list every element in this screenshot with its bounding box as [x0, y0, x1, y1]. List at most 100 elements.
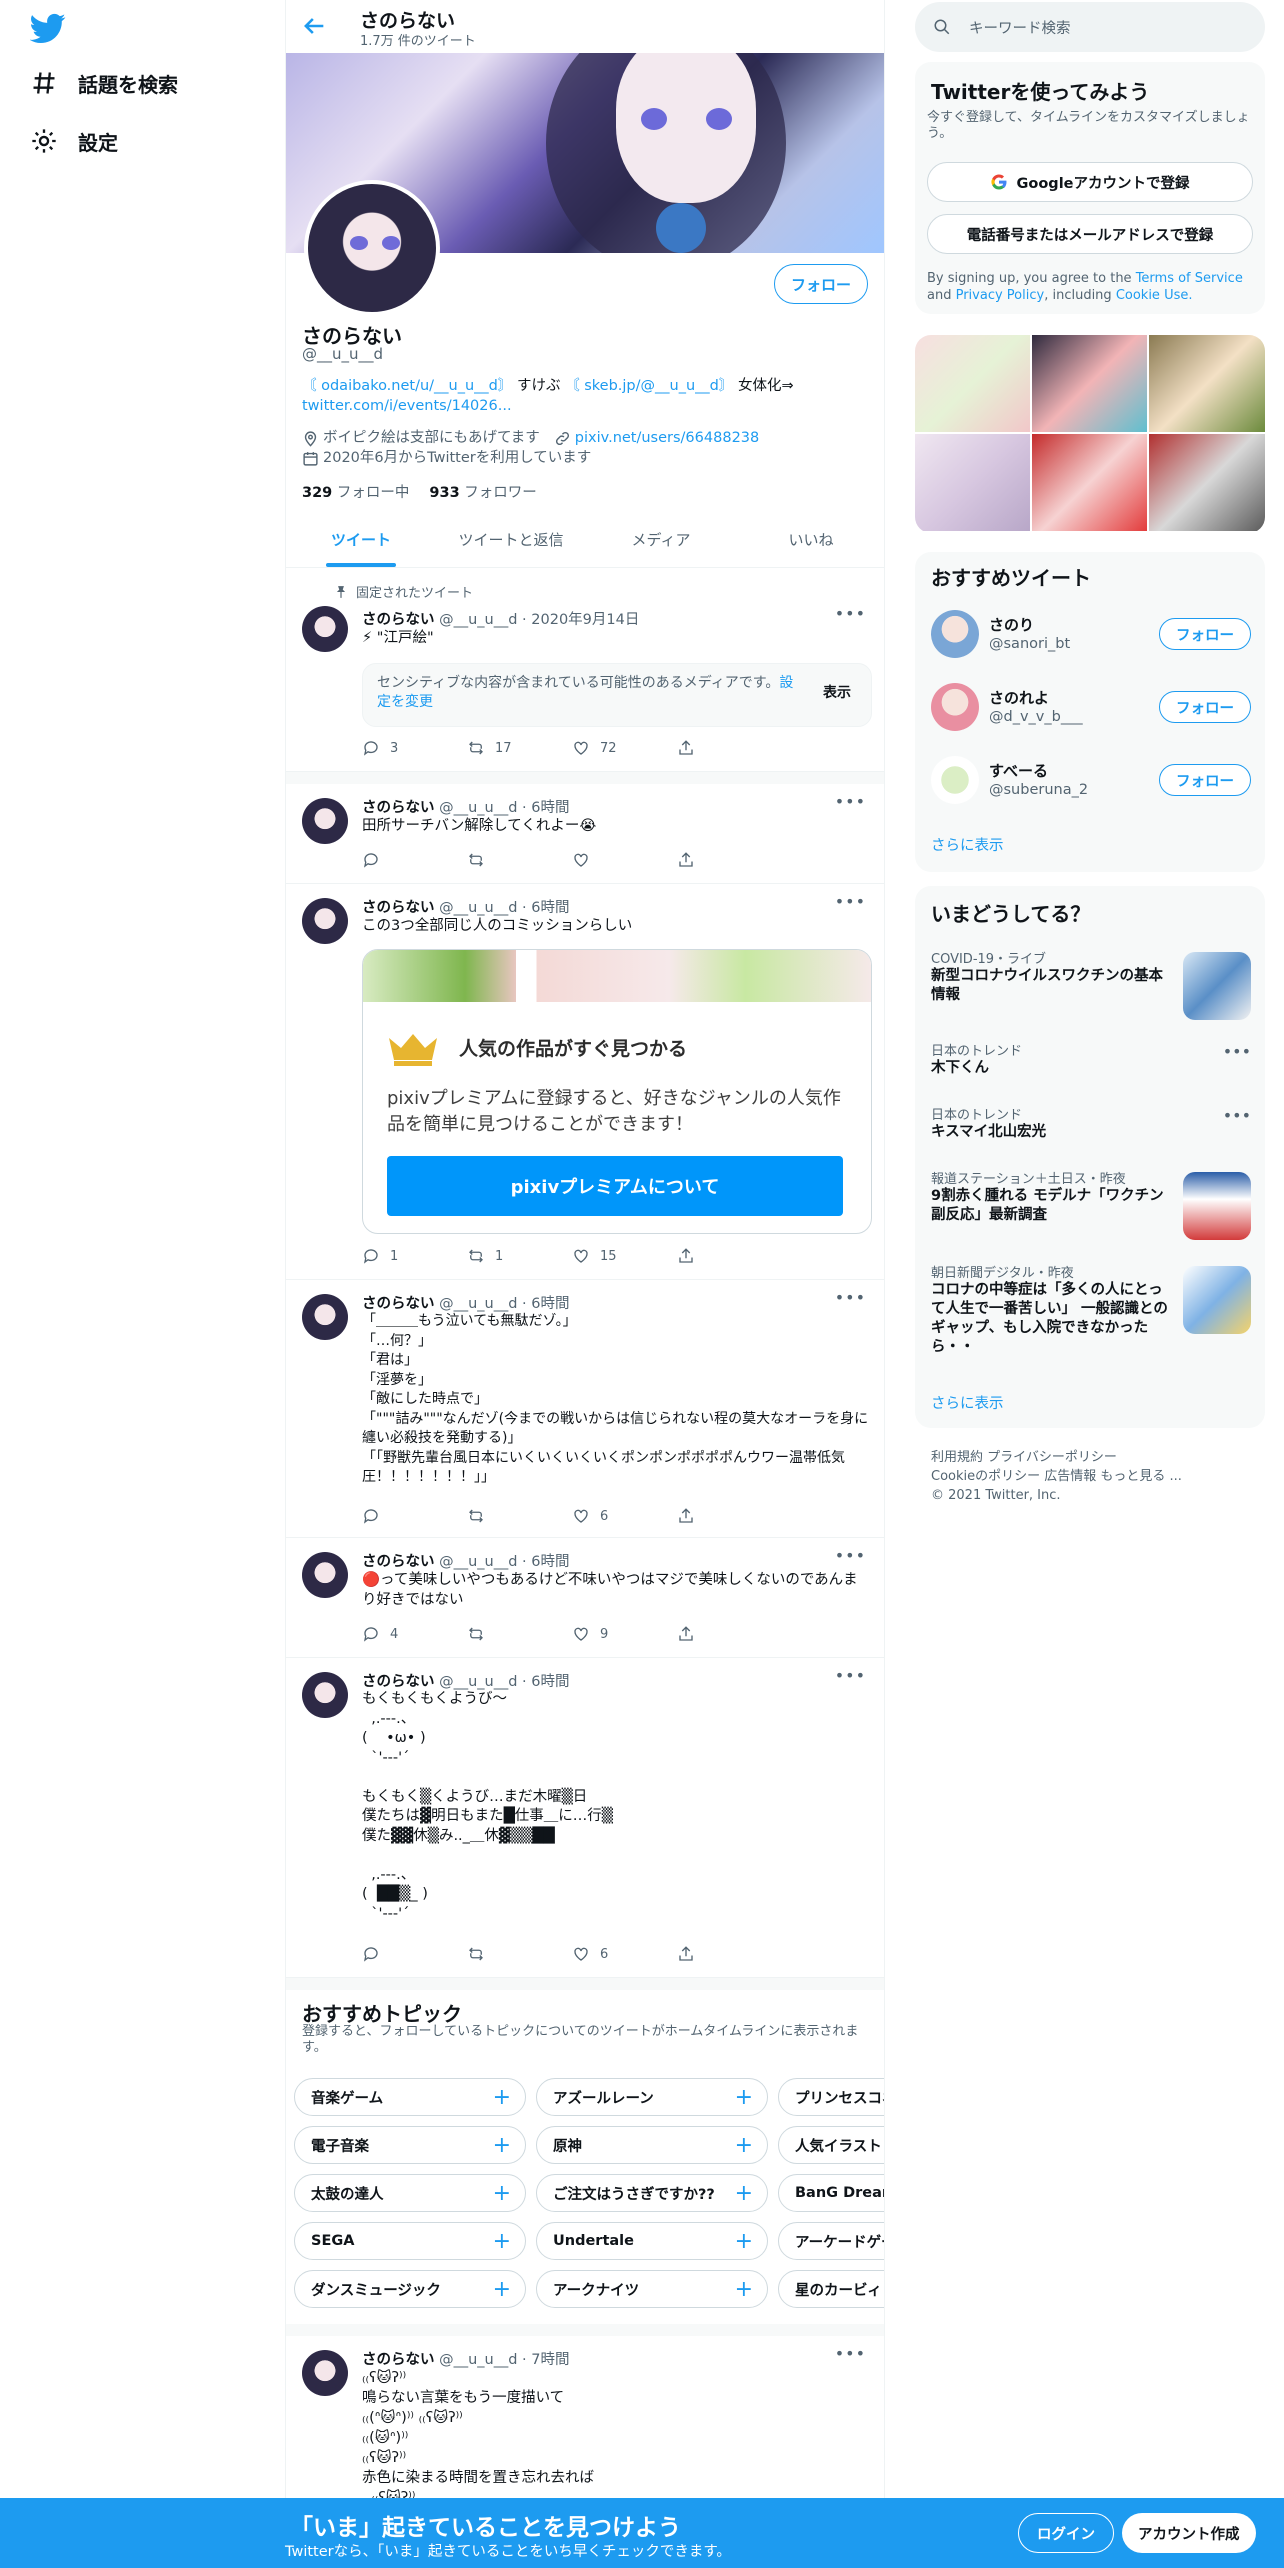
more-icon[interactable]: ••• — [835, 792, 866, 811]
privacy-link[interactable]: Privacy Policy — [956, 288, 1045, 303]
tweet-avatar[interactable] — [302, 1672, 348, 1718]
more-icon[interactable]: ••• — [835, 604, 866, 623]
topic-chip[interactable]: 星のカービィ — [778, 2270, 884, 2308]
more-icon[interactable]: ••• — [1223, 1106, 1251, 1125]
plus-icon[interactable]: + — [493, 2229, 511, 2254]
follow-button[interactable]: フォロー — [1159, 618, 1251, 650]
tweet-item[interactable]: さのらない @__u_u__d · 7時間 ••• ₍₍ʕ🐱ʔ⁾⁾ 鳴らない言葉… — [286, 2336, 884, 2500]
google-signup-button[interactable]: Googleアカウントで登録 — [927, 162, 1253, 202]
tweet-item[interactable]: さのらない @__u_u__d · 6時間 ••• もくもくもくようび～ ,.-… — [286, 1658, 884, 1978]
show-media-button[interactable]: 表示 — [823, 684, 851, 703]
reply-button[interactable]: 4 — [362, 1624, 467, 1644]
bio-link-events[interactable]: twitter.com/i/events/14026... — [302, 398, 512, 414]
reply-button[interactable] — [362, 1944, 467, 1964]
retweet-button[interactable]: 1 — [467, 1246, 572, 1266]
topic-chip[interactable]: ダンスミュージック + — [294, 2270, 526, 2308]
plus-icon[interactable]: + — [735, 2133, 753, 2158]
tweet-item[interactable]: さのらない @__u_u__d · 6時間 ••• 🔴って美味しいやつもあるけど… — [286, 1538, 884, 1658]
trend-item[interactable]: 朝日新聞デジタル・昨夜 コロナの中等症は「多くの人にとって人生で一番苦しい」 一般… — [931, 1262, 1251, 1357]
follow-button[interactable]: フォロー — [1159, 691, 1251, 723]
topic-chip[interactable]: アークナイツ + — [536, 2270, 768, 2308]
tweet-avatar[interactable] — [302, 606, 348, 652]
tweet-avatar[interactable] — [302, 1294, 348, 1340]
profile-avatar[interactable] — [304, 180, 440, 316]
avatar[interactable] — [931, 610, 979, 658]
follow-button[interactable]: フォロー — [773, 264, 868, 304]
retweet-button[interactable] — [467, 1624, 572, 1644]
followers-stat[interactable]: 933 フォロワー — [429, 481, 536, 502]
trend-item[interactable]: 日本のトレンド 木下くん ••• — [931, 1040, 1251, 1078]
signup-button[interactable]: アカウント作成 — [1122, 2513, 1256, 2553]
more-icon[interactable]: ••• — [835, 892, 866, 911]
reply-button[interactable] — [362, 1506, 467, 1526]
tweet-avatar[interactable] — [302, 798, 348, 844]
share-button[interactable] — [677, 850, 782, 870]
search-box[interactable]: キーワード検索 — [915, 2, 1265, 52]
plus-icon[interactable]: + — [493, 2133, 511, 2158]
share-button[interactable] — [677, 1624, 782, 1644]
more-icon[interactable]: ••• — [835, 2344, 866, 2363]
share-button[interactable] — [677, 1944, 782, 1964]
tab-media[interactable]: メディア — [586, 512, 736, 567]
nav-settings[interactable]: 設定 — [30, 116, 118, 166]
show-more-link[interactable]: さらに表示 — [931, 1392, 1004, 1413]
pixiv-premium-button[interactable]: pixivプレミアムについて — [387, 1156, 843, 1216]
more-icon[interactable]: ••• — [1223, 1042, 1251, 1061]
footer-line[interactable]: Cookieのポリシー 広告情報 もっと見る ... — [931, 1467, 1261, 1486]
plus-icon[interactable]: + — [493, 2181, 511, 2206]
topic-chip[interactable]: Undertale + — [536, 2222, 768, 2260]
topic-chip[interactable]: 太鼓の達人 + — [294, 2174, 526, 2212]
twitter-logo-icon[interactable] — [30, 10, 66, 46]
share-button[interactable] — [677, 1246, 782, 1266]
media-thumbnail[interactable] — [1032, 434, 1147, 531]
topic-chip[interactable]: SEGA + — [294, 2222, 526, 2260]
more-icon[interactable]: ••• — [835, 1288, 866, 1307]
tweet-avatar[interactable] — [302, 898, 348, 944]
like-button[interactable] — [572, 850, 677, 870]
plus-icon[interactable]: + — [735, 2181, 753, 2206]
topic-chip[interactable]: 人気イラストレータ — [778, 2126, 884, 2164]
recommended-account[interactable]: さのれよ @d_v_v_b___ フォロー — [931, 679, 1251, 735]
footer-line[interactable]: 利用規約 プライバシーポリシー — [931, 1448, 1261, 1467]
bio-link-odaibako[interactable]: 〘 odaibako.net/u/__u_u__d〙 — [302, 378, 512, 394]
avatar[interactable] — [931, 756, 979, 804]
like-button[interactable]: 9 — [572, 1624, 677, 1644]
reply-button[interactable]: 3 — [362, 738, 467, 758]
reply-button[interactable]: 1 — [362, 1246, 467, 1266]
recommended-account[interactable]: すべーる @suberuna_2 フォロー — [931, 752, 1251, 808]
terms-link[interactable]: Terms of Service — [1136, 271, 1243, 286]
plus-icon[interactable]: + — [735, 2277, 753, 2302]
profile-website-link[interactable]: pixiv.net/users/66488238 — [575, 428, 759, 448]
media-thumbnail[interactable] — [1032, 335, 1147, 432]
back-arrow-icon[interactable] — [300, 12, 328, 40]
trend-item[interactable]: 報道ステーション＋土日ス・昨夜 9割赤く腫れる モデルナ「ワクチン副反応」最新調査 — [931, 1168, 1251, 1240]
tweet-avatar[interactable] — [302, 2350, 348, 2396]
retweet-button[interactable] — [467, 1506, 572, 1526]
media-thumbnail[interactable] — [915, 434, 1030, 531]
phone-email-signup-button[interactable]: 電話番号またはメールアドレスで登録 — [927, 214, 1253, 254]
topic-chip[interactable]: 原神 + — [536, 2126, 768, 2164]
topic-chip[interactable]: ご注文はうさぎですか?? + — [536, 2174, 768, 2212]
tab-likes[interactable]: いいね — [736, 512, 884, 567]
topic-chip[interactable]: 電子音楽 + — [294, 2126, 526, 2164]
more-icon[interactable]: ••• — [835, 1666, 866, 1685]
trend-item[interactable]: COVID-19・ライブ 新型コロナウイルスワクチンの基本情報 — [931, 948, 1251, 1020]
trend-item[interactable]: 日本のトレンド キスマイ北山宏光 ••• — [931, 1104, 1251, 1142]
like-button[interactable]: 6 — [572, 1506, 677, 1526]
login-button[interactable]: ログイン — [1018, 2513, 1114, 2553]
tab-tweets-and-replies[interactable]: ツイートと返信 — [436, 512, 586, 567]
cookie-link[interactable]: Cookie Use. — [1116, 288, 1193, 303]
media-thumbnail[interactable] — [915, 335, 1030, 432]
plus-icon[interactable]: + — [735, 2085, 753, 2110]
search-input[interactable]: キーワード検索 — [969, 17, 1071, 38]
media-thumbnail[interactable] — [1149, 434, 1265, 531]
topic-chip[interactable]: BanG Dream! — [778, 2174, 884, 2212]
share-button[interactable] — [677, 1506, 782, 1526]
pixiv-premium-card[interactable]: 人気の作品がすぐ見つかる pixivプレミアムに登録すると、好きなジャンルの人気… — [362, 949, 872, 1234]
following-stat[interactable]: 329 フォロー中 — [302, 481, 409, 502]
topic-chip[interactable]: プリンセスコネクト — [778, 2078, 884, 2116]
retweet-button[interactable] — [467, 1944, 572, 1964]
follow-button[interactable]: フォロー — [1159, 764, 1251, 796]
topic-chip[interactable]: アーケードゲーム — [778, 2222, 884, 2260]
share-button[interactable] — [677, 738, 782, 758]
